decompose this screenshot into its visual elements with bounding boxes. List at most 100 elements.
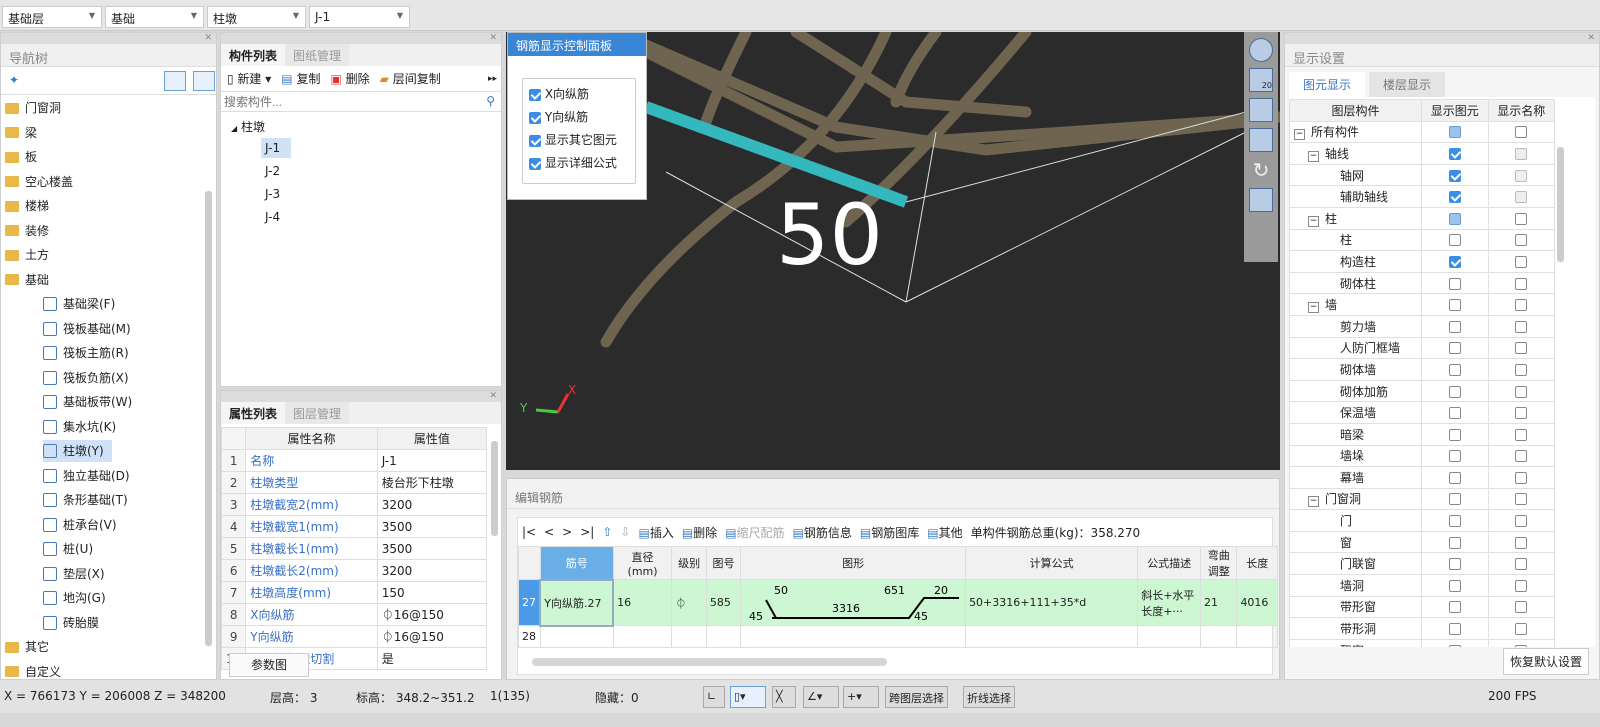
nav-item[interactable]: 空心楼盖 (5, 171, 73, 193)
show-name-checkbox[interactable] (1515, 515, 1528, 528)
delete-button[interactable]: ▣ 删除 (330, 70, 369, 87)
cross-icon[interactable]: ╳ (772, 686, 796, 708)
layer-row[interactable]: 门联窗 (1289, 552, 1555, 576)
rebar-tool-button[interactable]: ▤缩尺配筋 (725, 524, 784, 541)
type-select[interactable]: 柱墩 ▼ (207, 6, 306, 28)
tree-root[interactable]: ◢ 柱墩 (231, 118, 501, 135)
component-item[interactable]: J-4 (261, 207, 291, 227)
collapse-icon[interactable]: − (1308, 302, 1319, 314)
layer-row[interactable]: 剪力墙 (1289, 314, 1555, 338)
layer-row[interactable]: 墙垛 (1289, 444, 1555, 468)
rebar-tool-button[interactable]: ▤钢筋图库 (860, 524, 919, 541)
move-up-icon[interactable]: ⇧ (602, 525, 612, 539)
show-name-checkbox[interactable] (1515, 536, 1528, 549)
checkbox[interactable] (529, 111, 541, 124)
component-select[interactable]: J-1 ▼ (309, 6, 410, 28)
show-element-checkbox[interactable] (1448, 623, 1461, 636)
property-row[interactable]: 1 名称 J-1 (220, 449, 488, 472)
close-icon[interactable]: ✕ (221, 391, 501, 402)
angle-icon[interactable]: ∠▾ (803, 686, 839, 708)
show-element-checkbox[interactable] (1448, 407, 1461, 420)
tab-element-display[interactable]: 图元显示 (1289, 72, 1366, 97)
show-name-checkbox[interactable] (1515, 450, 1528, 463)
record-nav-button[interactable]: >| (580, 525, 594, 539)
show-element-checkbox[interactable] (1448, 126, 1461, 139)
floor-copy-button[interactable]: ▰ 层间复制 (380, 70, 441, 87)
nav-item[interactable]: 其它 (5, 636, 49, 658)
layer-row[interactable]: − 柱 (1289, 206, 1555, 230)
nav-sub-item[interactable]: 筏板负筋(X) (43, 367, 137, 389)
layer-row[interactable]: 带形窗 (1289, 595, 1555, 619)
checkbox[interactable] (529, 157, 541, 170)
layer-grid-icon[interactable] (1249, 188, 1273, 212)
tab-component-list[interactable]: 构件列表 (221, 44, 286, 66)
show-element-checkbox[interactable] (1448, 579, 1461, 592)
property-value[interactable]: ⏀16@150 (376, 603, 488, 626)
record-nav-button[interactable]: < (544, 525, 554, 539)
show-element-checkbox[interactable] (1448, 191, 1461, 204)
show-name-checkbox[interactable] (1515, 407, 1528, 420)
property-row[interactable]: 4 柱墩截宽1(mm) 3500 (220, 515, 488, 538)
property-row[interactable]: 9 Y向纵筋 ⏀16@150 (220, 625, 488, 648)
tab-drawing-manage[interactable]: 图纸管理 (285, 44, 350, 66)
nav-sub-item[interactable]: 垫层(X) (43, 563, 113, 585)
property-value[interactable]: 150 (376, 581, 488, 604)
nav-sub-item[interactable]: 独立基础(D) (43, 465, 138, 487)
nav-scrollbar[interactable] (205, 191, 212, 646)
show-element-checkbox[interactable] (1448, 363, 1461, 376)
show-name-checkbox[interactable] (1515, 255, 1528, 268)
nav-item[interactable]: 基础 (5, 269, 49, 291)
orbit-icon[interactable] (1249, 38, 1273, 62)
control-option[interactable]: 显示其它图元 (529, 131, 629, 154)
search-icon[interactable]: ⚲ (486, 94, 495, 108)
show-name-checkbox[interactable] (1515, 644, 1528, 647)
rebar-row[interactable]: 27 Y向纵筋.27 16 ⏀ 585 50 651 20 3316 45 45… (518, 578, 1278, 627)
nav-item[interactable]: 门窗洞 (5, 97, 61, 119)
component-item[interactable]: J-3 (261, 184, 291, 204)
rebar-tool-button[interactable]: ▤删除 (682, 524, 717, 541)
show-element-checkbox[interactable] (1448, 601, 1461, 614)
layer-row[interactable]: 窗 (1289, 530, 1555, 554)
collapse-icon[interactable]: − (1308, 215, 1319, 227)
show-element-checkbox[interactable] (1448, 644, 1461, 647)
layer-row[interactable]: 幕墙 (1289, 466, 1555, 489)
more-icon[interactable]: ▸▸ (488, 74, 501, 84)
property-value[interactable]: J-1 (376, 449, 488, 472)
nav-sub-item[interactable]: 筏板基础(M) (43, 318, 139, 340)
collapse-icon[interactable]: − (1294, 129, 1305, 141)
layer-row[interactable]: 墙洞 (1289, 574, 1555, 597)
show-name-checkbox[interactable] (1515, 126, 1528, 139)
show-element-checkbox[interactable] (1448, 212, 1461, 225)
control-option[interactable]: 显示详细公式 (529, 154, 629, 177)
show-name-checkbox[interactable] (1515, 191, 1528, 204)
property-value[interactable]: 棱台形下柱墩 (376, 471, 488, 494)
show-name-checkbox[interactable] (1515, 558, 1528, 571)
grid-view-icon[interactable] (193, 71, 215, 91)
show-element-checkbox[interactable] (1448, 450, 1461, 463)
layer-row[interactable]: 砌体墙 (1289, 358, 1555, 381)
record-nav-button[interactable]: |< (522, 525, 536, 539)
close-icon[interactable]: ✕ (221, 33, 501, 44)
layer-row[interactable]: 砌体柱 (1289, 271, 1555, 295)
restore-default-button[interactable]: 恢复默认设置 (1502, 648, 1589, 675)
nav-item[interactable]: 板 (5, 146, 37, 168)
rebar-shape[interactable]: 50 651 20 3316 45 45 (740, 579, 967, 626)
close-icon[interactable]: ✕ (1285, 33, 1599, 44)
new-button[interactable]: ▯ 新建 ▾ (227, 70, 271, 87)
rebar-tool-button[interactable]: ▤其他 (927, 524, 962, 541)
property-scrollbar[interactable] (491, 441, 498, 536)
rebar-bend[interactable]: 21 (1199, 579, 1238, 626)
nav-sub-item[interactable]: 桩承台(V) (43, 514, 125, 536)
layer-row[interactable]: 保温墙 (1289, 401, 1555, 424)
show-name-checkbox[interactable] (1515, 212, 1528, 225)
show-element-checkbox[interactable] (1448, 493, 1461, 506)
component-item[interactable]: J-1 (261, 138, 291, 158)
show-element-checkbox[interactable] (1448, 169, 1461, 182)
layer-scrollbar[interactable] (1557, 147, 1564, 262)
collapse-icon[interactable]: − (1308, 150, 1319, 162)
floor-select[interactable]: 基础层 ▼ (2, 6, 102, 28)
rebar-length[interactable]: 4016 (1236, 579, 1278, 626)
record-nav-button[interactable]: > (562, 525, 572, 539)
show-name-checkbox[interactable] (1515, 234, 1528, 247)
rotate-icon[interactable]: ↻ (1249, 158, 1273, 182)
